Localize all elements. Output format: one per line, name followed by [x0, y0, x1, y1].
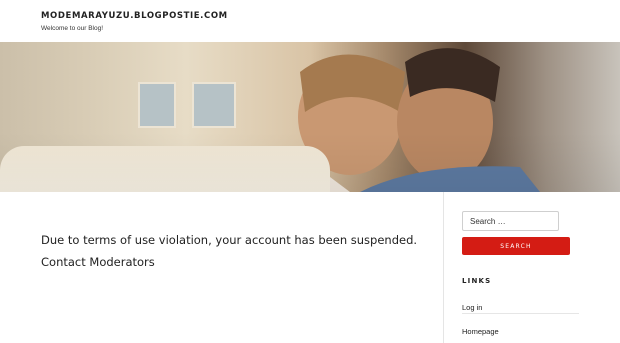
search-button[interactable]: SEARCH [462, 237, 570, 255]
login-link[interactable]: Log in [462, 303, 482, 312]
search-input[interactable] [462, 211, 559, 231]
suspension-notice: Due to terms of use violation, your acco… [41, 233, 421, 277]
site-header: MODEMARAYUZU.BLOGPOSTIE.COM Welcome to o… [0, 0, 620, 42]
homepage-link[interactable]: Homepage [462, 327, 499, 336]
hero-image [0, 42, 620, 192]
links-widget-title: LINKS [462, 277, 492, 285]
site-description: Welcome to our Blog! [41, 25, 104, 32]
links-list: Log in Homepage [462, 290, 579, 336]
suspension-message: Due to terms of use violation, your acco… [41, 233, 418, 247]
list-item: Homepage [462, 313, 579, 336]
hero-overlay [0, 42, 620, 192]
contact-moderators-link[interactable]: Contact Moderators [41, 255, 155, 269]
site-title-link[interactable]: MODEMARAYUZU.BLOGPOSTIE.COM [41, 11, 228, 21]
list-item: Log in [462, 290, 579, 313]
sidebar-divider [443, 192, 444, 343]
